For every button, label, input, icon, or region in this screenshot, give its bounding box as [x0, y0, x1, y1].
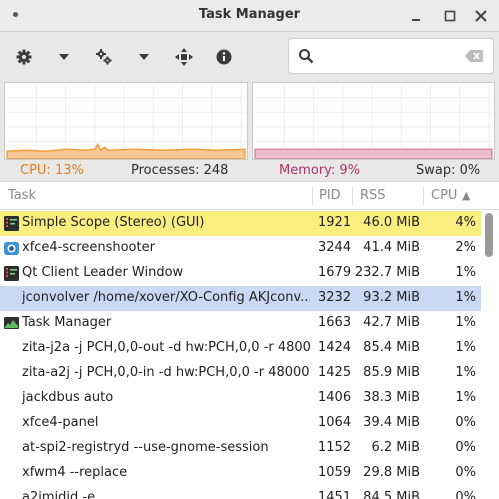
column-header-pid[interactable]: PID: [319, 188, 341, 203]
scrollbar-thumb[interactable]: [485, 213, 493, 257]
process-cpu: 0%: [455, 490, 476, 499]
process-cpu: 0%: [455, 465, 476, 480]
process-cpu: 1%: [455, 340, 476, 355]
sort-ascending-icon: ▲: [462, 189, 471, 202]
gear-icon[interactable]: [13, 46, 35, 68]
table-row[interactable]: Qt Client Leader Window 1679 232.7 MiB 1%: [0, 261, 481, 286]
table-row[interactable]: xfwm4 --replace 1059 29.8 MiB 0%: [0, 461, 481, 486]
chevron-down-icon[interactable]: [53, 46, 75, 68]
process-name: zita-a2j -j PCH,0,0-in -d hw:PCH,0,0 -r …: [22, 365, 310, 380]
process-cpu: 1%: [455, 365, 476, 380]
process-name: jconvolver /home/xover/XO-Config AKJconv…: [22, 290, 310, 305]
table-row[interactable]: zita-a2j -j PCH,0,0-in -d hw:PCH,0,0 -r …: [0, 361, 481, 386]
table-row[interactable]: xfce4-panel 1064 39.4 MiB 0%: [0, 411, 481, 436]
process-name: zita-j2a -j PCH,0,0-out -d hw:PCH,0,0 -r…: [22, 340, 310, 355]
monitor-icon: [4, 316, 19, 331]
process-rss: 38.3 MiB: [363, 390, 420, 405]
table-row[interactable]: zita-j2a -j PCH,0,0-out -d hw:PCH,0,0 -r…: [0, 336, 481, 361]
table-row[interactable]: jackdbus auto 1406 38.3 MiB 1%: [0, 386, 481, 411]
table-header: Task PID RSS CPU ▲: [0, 182, 499, 210]
crosshair-icon[interactable]: [173, 46, 195, 68]
table-row[interactable]: Simple Scope (Stereo) (GUI) 1921 46.0 MiB 4…: [0, 211, 481, 236]
process-cpu: 1%: [455, 290, 476, 305]
table-row[interactable]: xfce4-screenshooter 3244 41.4 MiB 2%: [0, 236, 481, 261]
process-cpu: 0%: [455, 440, 476, 455]
title-bar: Task Manager: [0, 0, 499, 32]
process-rss: 6.2 MiB: [371, 440, 420, 455]
search-icon: [299, 49, 314, 64]
process-rss: 46.0 MiB: [363, 215, 420, 230]
column-header-cpu[interactable]: CPU: [431, 188, 457, 203]
search-input[interactable]: [321, 45, 451, 67]
process-rss: 85.4 MiB: [363, 340, 420, 355]
process-cpu: 1%: [455, 265, 476, 280]
process-cpu: 0%: [455, 415, 476, 430]
process-rss: 232.7 MiB: [354, 265, 420, 280]
process-count-label: Processes: 248: [131, 163, 229, 178]
process-rss: 84.5 MiB: [363, 490, 420, 499]
process-rss: 39.4 MiB: [363, 415, 420, 430]
terminal-icon: [4, 266, 19, 281]
process-rss: 93.2 MiB: [363, 290, 420, 305]
process-name: xfce4-screenshooter: [22, 240, 155, 255]
clear-text-icon[interactable]: [465, 50, 483, 62]
swap-usage-label: Swap: 0%: [416, 163, 481, 178]
camera-icon: [4, 241, 19, 256]
info-icon[interactable]: [213, 46, 235, 68]
process-cpu: 4%: [455, 215, 476, 230]
table-row[interactable]: Task Manager 1663 42.7 MiB 1%: [0, 311, 481, 336]
process-table: Task PID RSS CPU ▲ Simple Scope (Stereo)…: [0, 181, 499, 499]
process-cpu: 1%: [455, 390, 476, 405]
process-name: xfwm4 --replace: [22, 465, 128, 480]
maximize-icon[interactable]: [440, 6, 460, 26]
search-box[interactable]: [288, 38, 494, 74]
process-name: Task Manager: [22, 315, 112, 330]
process-name: xfce4-panel: [22, 415, 99, 430]
memory-usage-label: Memory: 9%: [279, 163, 361, 178]
close-icon[interactable]: [471, 6, 491, 26]
process-name: a2jmidid -e: [22, 490, 96, 499]
process-rss: 41.4 MiB: [363, 240, 420, 255]
memory-graph: [252, 82, 495, 160]
process-name: Qt Client Leader Window: [22, 265, 184, 280]
process-rss: 29.8 MiB: [363, 465, 420, 480]
cpu-usage-label: CPU: 13%: [20, 163, 84, 178]
minimize-icon[interactable]: [406, 6, 426, 26]
table-row[interactable]: a2jmidid -e 1451 84.5 MiB 0%: [0, 486, 481, 499]
process-cpu: 2%: [455, 240, 476, 255]
terminal-icon: [4, 216, 19, 231]
chevron-down-icon[interactable]: [133, 46, 155, 68]
process-rss: 42.7 MiB: [363, 315, 420, 330]
process-name: jackdbus auto: [22, 390, 114, 405]
status-bar: CPU: 13% Processes: 248 Memory: 9% Swap:…: [0, 163, 499, 181]
process-cpu: 1%: [455, 315, 476, 330]
column-header-rss[interactable]: RSS: [360, 188, 386, 203]
gears-icon[interactable]: [93, 46, 115, 68]
column-header-task[interactable]: Task: [8, 188, 36, 203]
cpu-graph: [4, 82, 248, 160]
process-name: at-spi2-registryd --use-gnome-session: [22, 440, 269, 455]
process-rss: 85.9 MiB: [363, 365, 420, 380]
table-row[interactable]: at-spi2-registryd --use-gnome-session 115…: [0, 436, 481, 461]
table-row[interactable]: jconvolver /home/xover/XO-Config AKJconv…: [0, 286, 481, 311]
process-name: Simple Scope (Stereo) (GUI): [22, 215, 205, 230]
